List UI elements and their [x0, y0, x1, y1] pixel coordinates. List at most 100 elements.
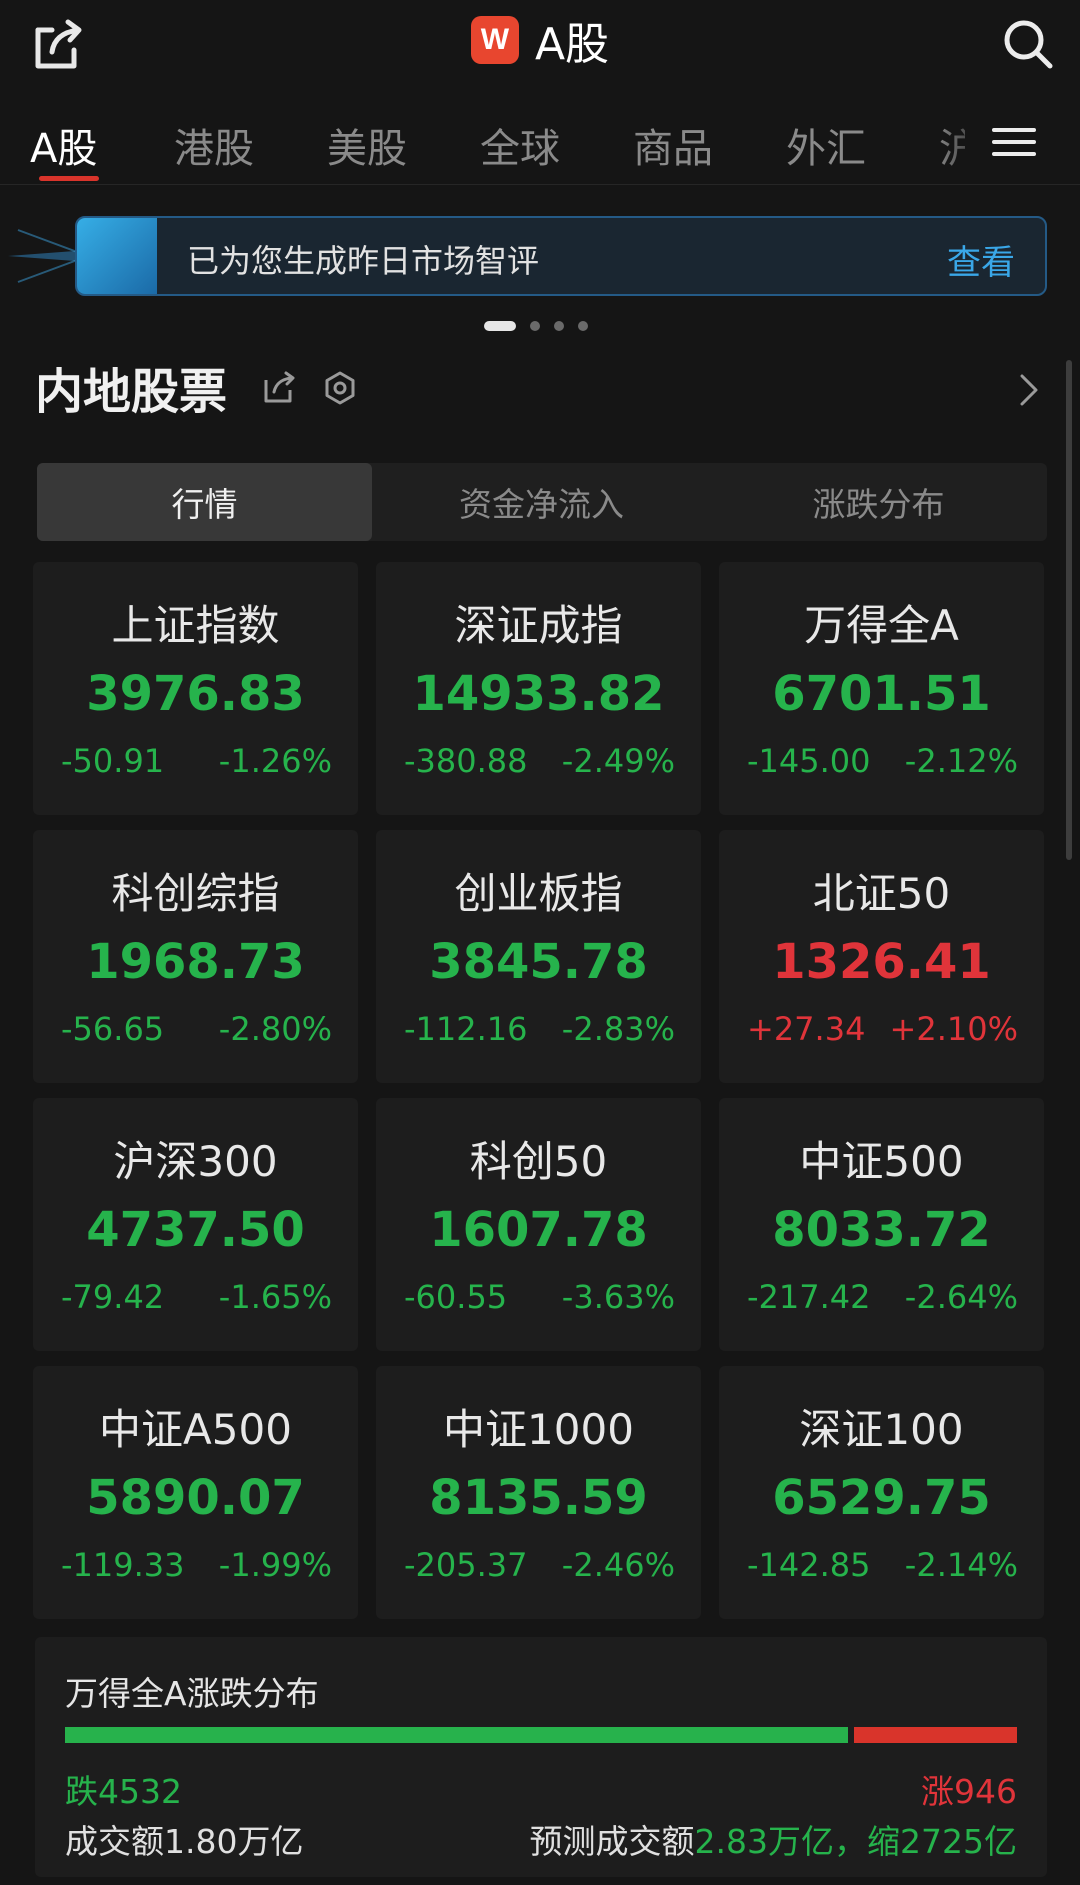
tab-global[interactable]: 全球: [480, 116, 560, 174]
index-value: 1607.78: [429, 1202, 648, 1258]
index-name: 深证100: [799, 1405, 964, 1454]
menu-icon[interactable]: [990, 122, 1038, 162]
index-change-pct: -1.65%: [218, 1278, 332, 1316]
tab-hk-stocks[interactable]: 港股: [174, 116, 254, 174]
index-change: -145.00: [747, 742, 871, 780]
index-value: 3976.83: [86, 666, 305, 722]
index-change-pct: -2.46%: [561, 1546, 675, 1584]
index-card[interactable]: 中证A500 5890.07 -119.33 -1.99%: [33, 1366, 358, 1619]
index-value: 5890.07: [86, 1470, 305, 1526]
index-card[interactable]: 中证500 8033.72 -217.42 -2.64%: [719, 1098, 1044, 1351]
index-name: 深证成指: [454, 601, 623, 650]
banner-view-link[interactable]: 查看: [947, 235, 1015, 284]
index-value: 1968.73: [86, 934, 305, 990]
index-name: 科创50: [469, 1137, 608, 1186]
index-card[interactable]: 科创综指 1968.73 -56.65 -2.80%: [33, 830, 358, 1083]
index-value: 6701.51: [772, 666, 991, 722]
scrollbar[interactable]: [1066, 360, 1072, 860]
tab-a-shares[interactable]: A股: [30, 116, 97, 174]
forecast-value: 2.83万亿，缩2725亿: [694, 1822, 1017, 1861]
index-change-pct: -2.12%: [904, 742, 1018, 780]
active-tab-indicator: [39, 176, 99, 181]
carousel-dot[interactable]: [578, 321, 588, 331]
banner-accent: [77, 218, 157, 294]
index-name: 上证指数: [111, 601, 280, 650]
index-value: 8033.72: [772, 1202, 991, 1258]
index-value: 1326.41: [772, 934, 991, 990]
tabs-fade: [935, 108, 995, 180]
index-change: -119.33: [61, 1546, 185, 1584]
distribution-title: 万得全A涨跌分布: [65, 1674, 319, 1713]
index-value: 14933.82: [412, 666, 665, 722]
index-change-pct: -2.83%: [561, 1010, 675, 1048]
rise-bar: [854, 1727, 1017, 1743]
forecast-prefix: 预测成交额: [529, 1822, 695, 1861]
index-change: -50.91: [61, 742, 165, 780]
segment-net-inflow[interactable]: 资金净流入: [374, 463, 709, 541]
settings-icon[interactable]: [322, 370, 358, 406]
segment-quotes[interactable]: 行情: [37, 463, 372, 541]
index-change-pct: +2.10%: [889, 1010, 1018, 1048]
index-card[interactable]: 北证50 1326.41 +27.34 +2.10%: [719, 830, 1044, 1083]
index-name: 创业板指: [454, 869, 623, 918]
share-icon[interactable]: [262, 370, 296, 404]
index-card[interactable]: 万得全A 6701.51 -145.00 -2.12%: [719, 562, 1044, 815]
chevron-right-icon[interactable]: [1016, 372, 1042, 408]
index-change-pct: -1.99%: [218, 1546, 332, 1584]
index-card[interactable]: 中证1000 8135.59 -205.37 -2.46%: [376, 1366, 701, 1619]
index-card[interactable]: 上证指数 3976.83 -50.91 -1.26%: [33, 562, 358, 815]
index-value: 8135.59: [429, 1470, 648, 1526]
carousel-dot[interactable]: [530, 321, 540, 331]
index-name: 科创综指: [111, 869, 280, 918]
index-name: 万得全A: [804, 601, 959, 650]
tab-us-stocks[interactable]: 美股: [327, 116, 407, 174]
index-name: 沪深300: [113, 1137, 278, 1186]
index-change: -380.88: [404, 742, 528, 780]
index-name: 中证500: [799, 1137, 964, 1186]
index-change: +27.34: [747, 1010, 866, 1048]
index-change-pct: -1.26%: [218, 742, 332, 780]
index-change: -56.65: [61, 1010, 165, 1048]
distribution-panel[interactable]: 万得全A涨跌分布 跌4532 涨946 成交额1.80万亿 预测成交额2.83万…: [35, 1637, 1047, 1877]
index-value: 4737.50: [86, 1202, 305, 1258]
index-change: -60.55: [404, 1278, 508, 1316]
forecast-text: 预测成交额2.83万亿，缩2725亿: [530, 1815, 1017, 1863]
index-card[interactable]: 深证成指 14933.82 -380.88 -2.49%: [376, 562, 701, 815]
distribution-bar: [65, 1727, 1017, 1743]
fall-count: 跌4532: [65, 1772, 182, 1811]
index-change: -112.16: [404, 1010, 528, 1048]
index-change-pct: -2.80%: [218, 1010, 332, 1048]
index-name: 中证A500: [99, 1405, 292, 1454]
index-change: -205.37: [404, 1546, 528, 1584]
carousel-dots: [484, 320, 588, 332]
app-title-group: W A股: [0, 10, 1080, 70]
index-card[interactable]: 科创50 1607.78 -60.55 -3.63%: [376, 1098, 701, 1351]
carousel-dot[interactable]: [484, 321, 516, 331]
tab-forex[interactable]: 外汇: [786, 116, 866, 174]
app-logo: W: [470, 16, 519, 64]
index-change-pct: -2.14%: [904, 1546, 1018, 1584]
market-tabs: A股 港股 美股 全球 商品 外汇 沪: [0, 108, 1080, 180]
ai-review-banner[interactable]: 已为您生成昨日市场智评 查看: [75, 216, 1047, 296]
tabs-divider: [0, 184, 1080, 185]
index-change: -142.85: [747, 1546, 871, 1584]
section-title: 内地股票: [35, 364, 228, 420]
index-name: 中证1000: [443, 1405, 634, 1454]
page: W A股 A股 港股 美股 全球 商品 外汇 沪 已为您生成昨日市场智评 查看: [0, 0, 1080, 1885]
index-card[interactable]: 沪深300 4737.50 -79.42 -1.65%: [33, 1098, 358, 1351]
index-value: 6529.75: [772, 1470, 991, 1526]
index-value: 3845.78: [429, 934, 648, 990]
index-change-pct: -2.49%: [561, 742, 675, 780]
rise-count: 涨946: [921, 1772, 1017, 1811]
page-title: A股: [534, 19, 610, 70]
index-change: -79.42: [61, 1278, 165, 1316]
banner-text: 已为您生成昨日市场智评: [187, 242, 540, 280]
index-card[interactable]: 深证100 6529.75 -142.85 -2.14%: [719, 1366, 1044, 1619]
search-icon[interactable]: [1000, 16, 1056, 72]
tab-commodities[interactable]: 商品: [633, 116, 713, 174]
segment-distribution[interactable]: 涨跌分布: [711, 463, 1046, 541]
index-name: 北证50: [812, 869, 951, 918]
index-card[interactable]: 创业板指 3845.78 -112.16 -2.83%: [376, 830, 701, 1083]
index-change: -217.42: [747, 1278, 871, 1316]
carousel-dot[interactable]: [554, 321, 564, 331]
